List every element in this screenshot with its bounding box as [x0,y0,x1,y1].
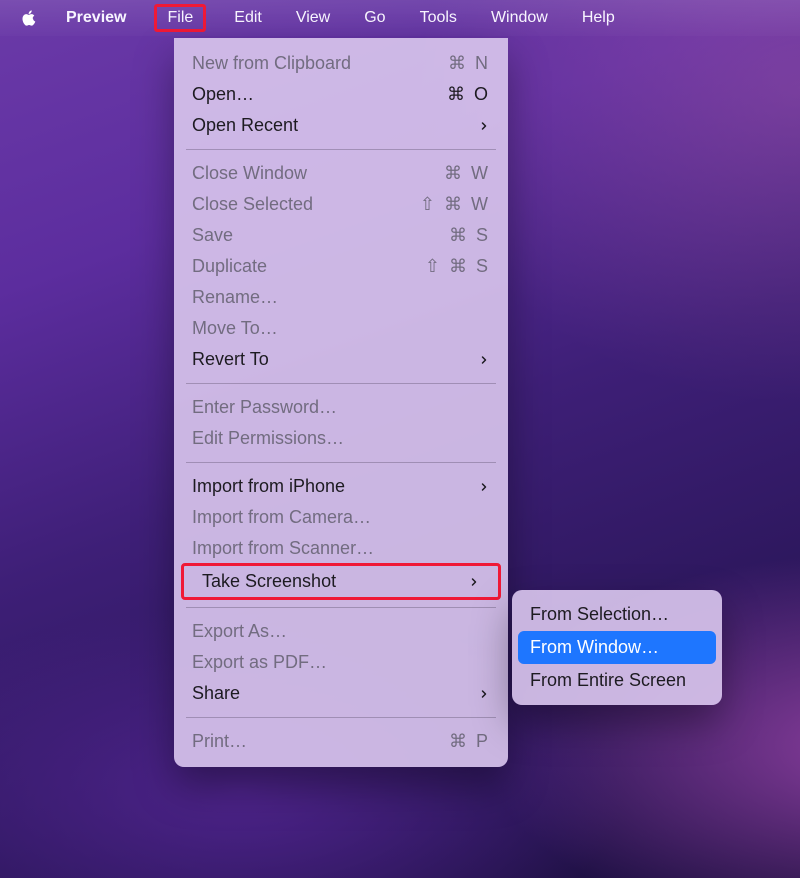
menu-tools[interactable]: Tools [414,6,463,30]
menu-item-label: Export as PDF… [192,652,327,673]
app-name[interactable]: Preview [60,6,132,30]
menu-item-label: Import from Scanner… [192,538,374,559]
menu-item-duplicate: Duplicate ⇧ ⌘ S [174,251,508,282]
menu-item-label: Open… [192,84,254,105]
menu-item-open[interactable]: Open… ⌘ O [174,79,508,110]
submenu-item-from-window[interactable]: From Window… [518,631,716,664]
menu-view[interactable]: View [290,6,336,30]
menu-separator [186,383,496,384]
chevron-right-icon [478,354,490,366]
menu-item-new-from-clipboard: New from Clipboard ⌘ N [174,48,508,79]
menu-window[interactable]: Window [485,6,554,30]
menubar: Preview File Edit View Go Tools Window H… [0,0,800,36]
menu-item-label: Enter Password… [192,397,337,418]
chevron-right-icon [478,481,490,493]
menu-item-shortcut: ⇧ ⌘ S [425,256,490,277]
menu-item-label: Rename… [192,287,278,308]
menu-help[interactable]: Help [576,6,621,30]
menu-item-save: Save ⌘ S [174,220,508,251]
submenu-item-from-selection[interactable]: From Selection… [518,598,716,631]
menu-separator [186,149,496,150]
menu-item-close-window: Close Window ⌘ W [174,158,508,189]
menu-item-label: New from Clipboard [192,53,351,74]
menu-file[interactable]: File [154,4,206,32]
menu-item-label: Edit Permissions… [192,428,344,449]
menu-item-print: Print… ⌘ P [174,726,508,757]
menu-item-label: Open Recent [192,115,298,136]
menu-item-revert-to[interactable]: Revert To [174,344,508,375]
menu-item-shortcut: ⌘ S [449,225,490,246]
menu-separator [186,607,496,608]
menu-item-export-as: Export As… [174,616,508,647]
menu-item-shortcut: ⇧ ⌘ W [420,194,490,215]
menu-item-label: Duplicate [192,256,267,277]
menu-item-close-selected: Close Selected ⇧ ⌘ W [174,189,508,220]
chevron-right-icon [478,688,490,700]
menu-item-label: Save [192,225,233,246]
menu-item-shortcut: ⌘ O [447,84,490,105]
chevron-right-icon [478,120,490,132]
menu-item-edit-permissions: Edit Permissions… [174,423,508,454]
menu-item-label: Take Screenshot [202,571,336,592]
menu-item-import-from-iphone[interactable]: Import from iPhone [174,471,508,502]
menu-separator [186,717,496,718]
menu-item-import-from-camera: Import from Camera… [174,502,508,533]
menu-item-shortcut: ⌘ N [448,53,490,74]
menu-go[interactable]: Go [358,6,391,30]
menu-item-label: Export As… [192,621,287,642]
menu-item-enter-password: Enter Password… [174,392,508,423]
menu-item-share[interactable]: Share [174,678,508,709]
menu-item-label: Print… [192,731,247,752]
menu-item-take-screenshot[interactable]: Take Screenshot [184,566,498,597]
menu-item-shortcut: ⌘ W [444,163,490,184]
apple-logo-icon[interactable] [20,9,38,27]
menu-item-label: Import from Camera… [192,507,371,528]
menu-item-label: Revert To [192,349,269,370]
menu-edit[interactable]: Edit [228,6,268,30]
take-screenshot-submenu: From Selection…From Window…From Entire S… [512,590,722,705]
menu-item-label: Share [192,683,240,704]
menu-item-label: Import from iPhone [192,476,345,497]
menu-item-export-as-pdf: Export as PDF… [174,647,508,678]
menu-item-open-recent[interactable]: Open Recent [174,110,508,141]
menu-item-rename: Rename… [174,282,508,313]
menu-item-label: Close Selected [192,194,313,215]
file-dropdown: New from Clipboard ⌘ N Open… ⌘ O Open Recent… [174,38,508,767]
submenu-item-from-entire-screen[interactable]: From Entire Screen [518,664,716,697]
chevron-right-icon [468,576,480,588]
menu-item-import-from-scanner: Import from Scanner… [174,533,508,564]
menu-item-shortcut: ⌘ P [449,731,490,752]
menu-separator [186,462,496,463]
menu-item-label: Move To… [192,318,278,339]
highlight-box: Take Screenshot [181,563,501,600]
menu-item-move-to: Move To… [174,313,508,344]
menu-item-label: Close Window [192,163,307,184]
